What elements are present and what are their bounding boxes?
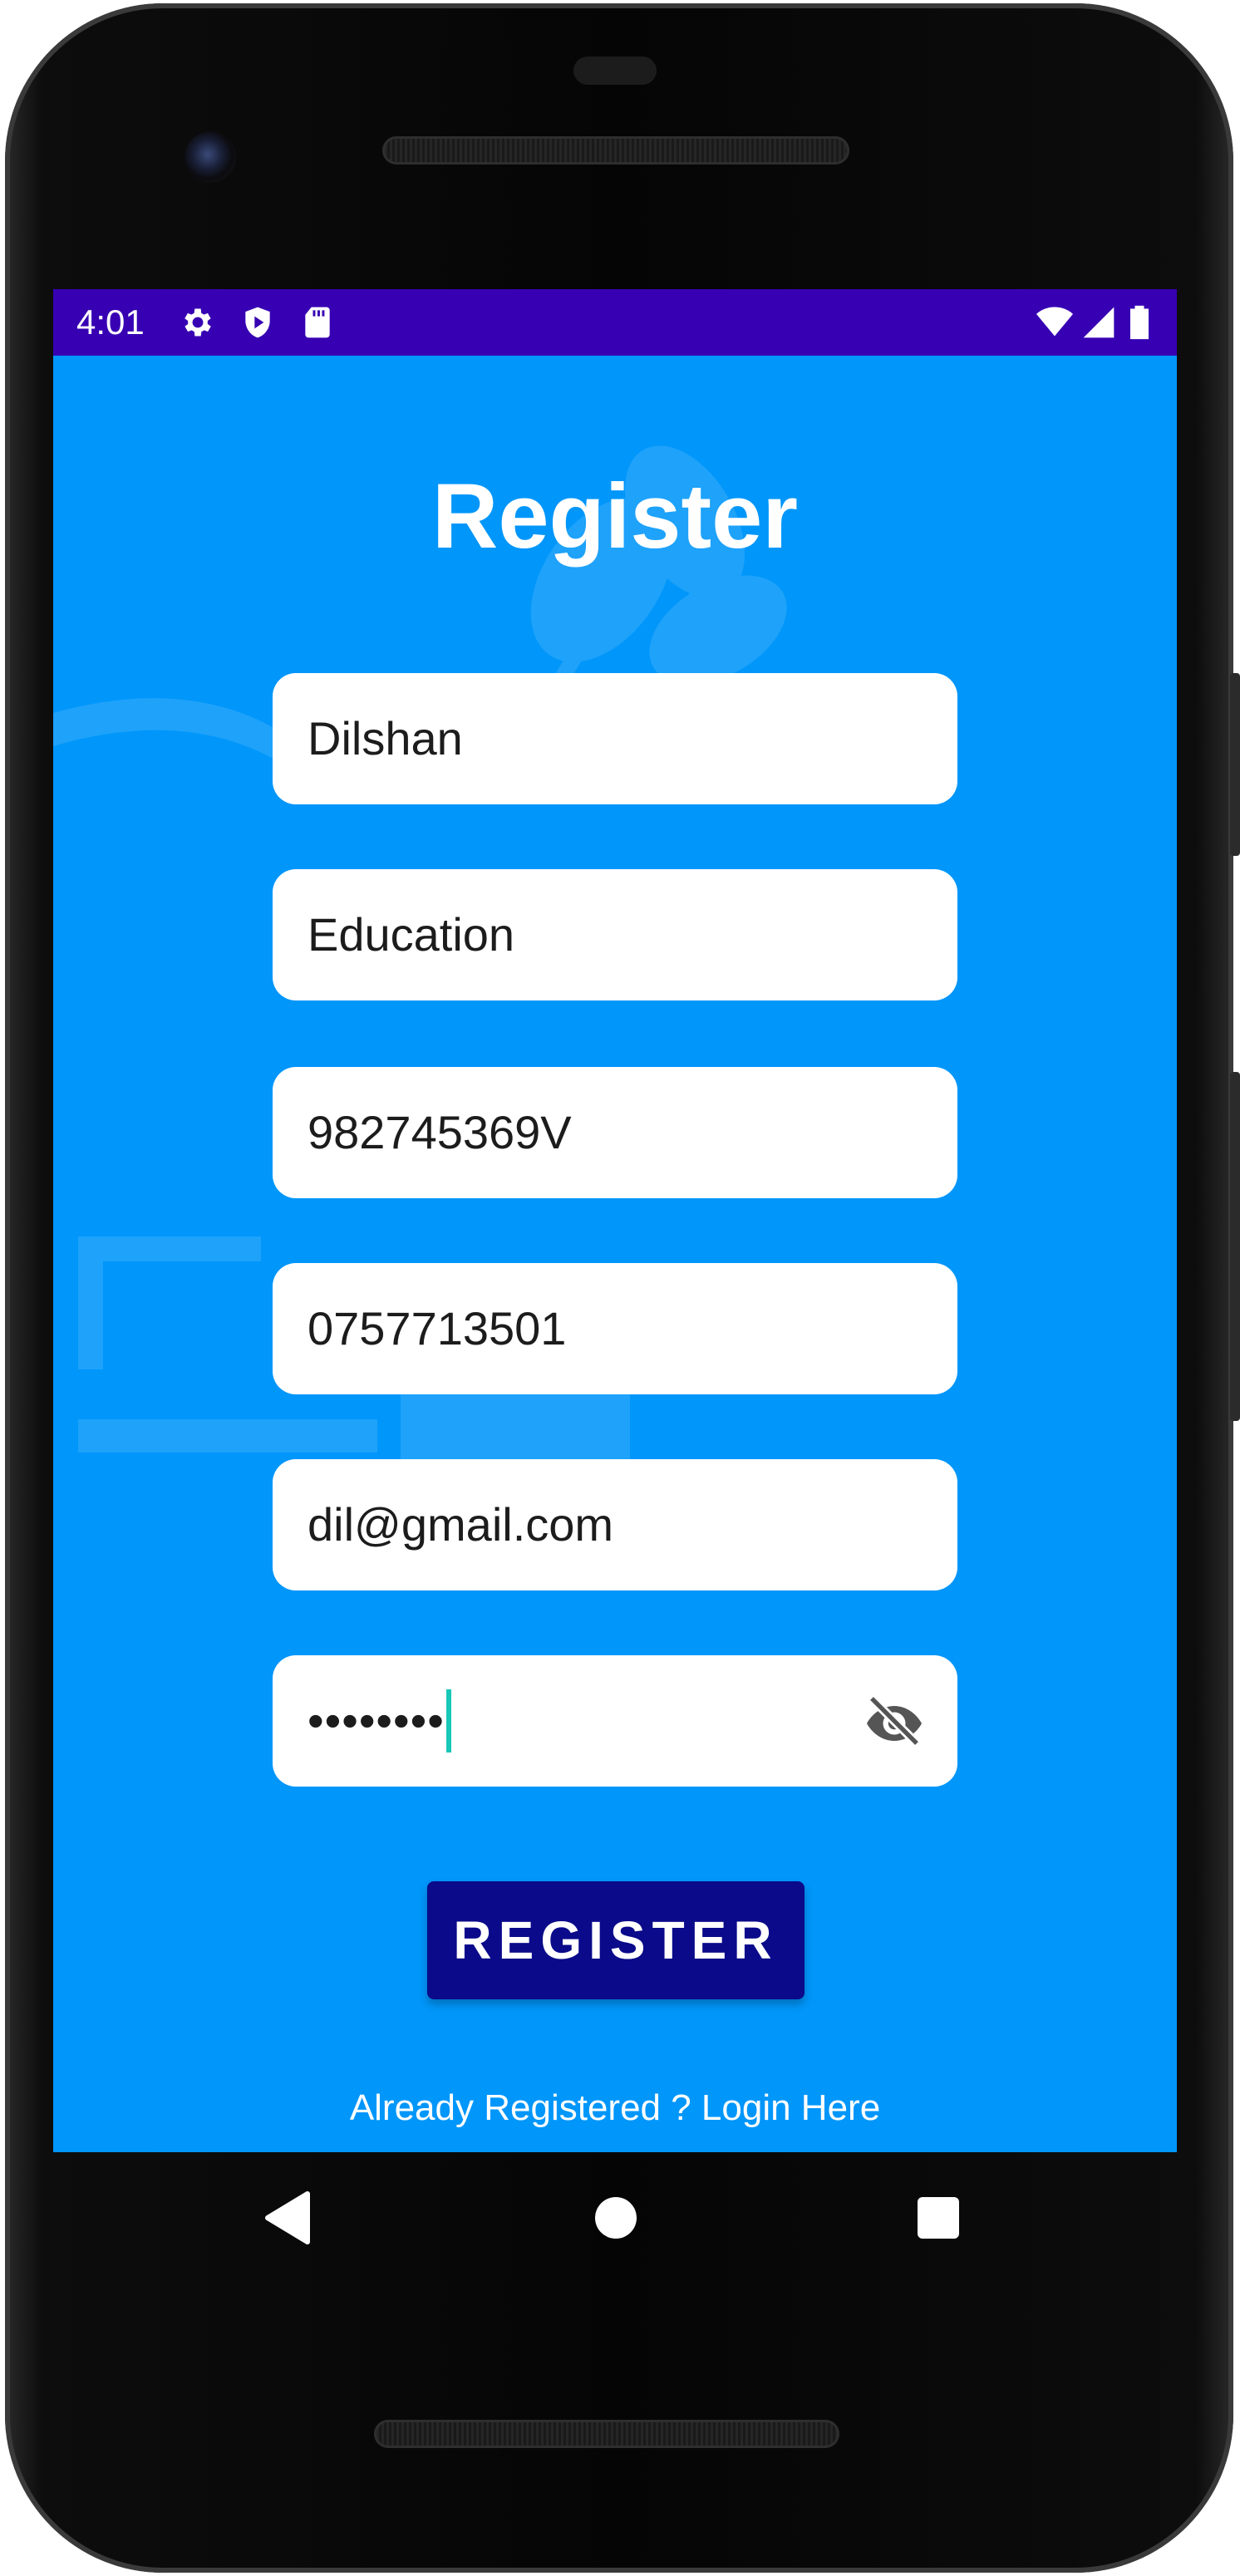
- name-input[interactable]: Dilshan: [273, 673, 957, 804]
- back-icon[interactable]: [264, 2190, 311, 2245]
- password-input[interactable]: ••••••••: [273, 1655, 957, 1787]
- password-input-value: ••••••••: [308, 1694, 445, 1747]
- power-button: [1230, 673, 1240, 856]
- status-bar: 4:01: [53, 289, 1177, 356]
- battery-icon: [1130, 305, 1149, 340]
- volume-button: [1230, 1072, 1240, 1421]
- earpiece: [573, 57, 657, 85]
- register-button[interactable]: REGISTER: [427, 1881, 805, 1999]
- category-input-value: Education: [308, 908, 515, 961]
- top-speaker-grille: [382, 136, 849, 165]
- email-input-value: dil@gmail.com: [308, 1498, 614, 1551]
- email-input[interactable]: dil@gmail.com: [273, 1459, 957, 1590]
- gear-icon: [185, 308, 211, 337]
- category-input[interactable]: Education: [273, 869, 957, 1000]
- app-screen: 4:01 Register Dilshan Education 98274536…: [53, 289, 1177, 2152]
- bottom-speaker-grille: [374, 2420, 839, 2448]
- sd-card-icon: [305, 307, 330, 338]
- phone-frame: 4:01 Register Dilshan Education 98274536…: [0, 0, 1240, 2576]
- wifi-icon: [1036, 307, 1073, 337]
- phone-input[interactable]: 0757713501: [273, 1263, 957, 1394]
- page-title: Register: [431, 465, 799, 568]
- nic-input[interactable]: 982745369V: [273, 1067, 957, 1198]
- text-cursor: [445, 1689, 451, 1753]
- home-icon[interactable]: [595, 2197, 637, 2239]
- status-time: 4:01: [76, 302, 145, 342]
- recents-icon[interactable]: [918, 2197, 959, 2239]
- front-camera: [185, 131, 236, 183]
- phone-input-value: 0757713501: [308, 1302, 567, 1354]
- name-input-value: Dilshan: [308, 712, 463, 764]
- shield-play-icon: [245, 307, 270, 338]
- login-link[interactable]: Already Registered ? Login Here: [53, 2087, 1177, 2129]
- cell-signal-icon: [1083, 307, 1115, 338]
- password-input-wrapper: ••••••••: [308, 1655, 451, 1787]
- eye-off-icon[interactable]: [864, 1694, 924, 1748]
- nic-input-value: 982745369V: [308, 1106, 572, 1158]
